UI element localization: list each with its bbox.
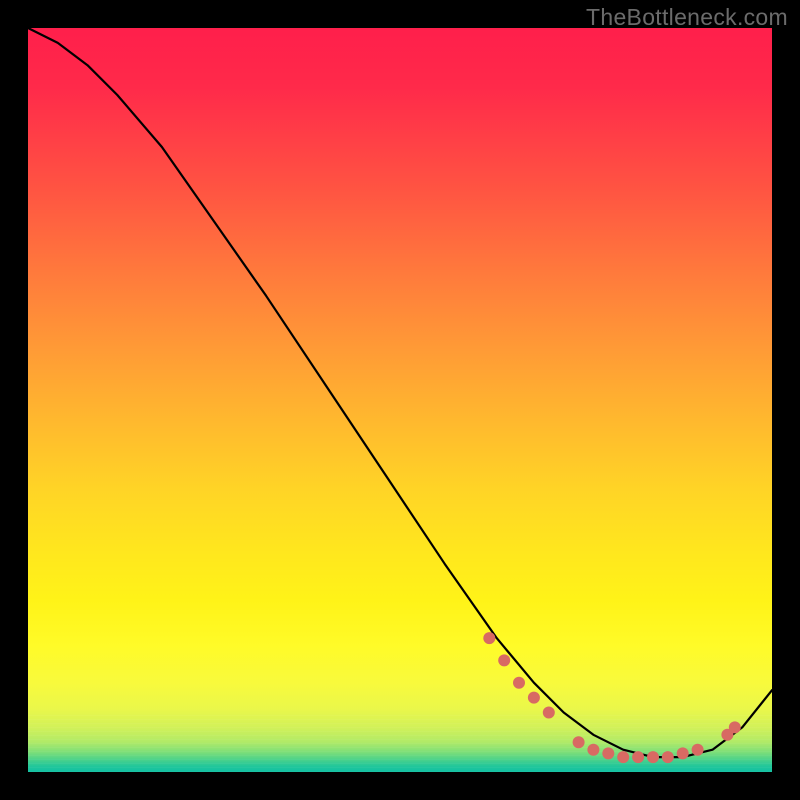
data-point bbox=[573, 736, 585, 748]
data-point bbox=[662, 751, 674, 763]
data-point bbox=[498, 654, 510, 666]
data-point bbox=[513, 677, 525, 689]
data-point bbox=[528, 692, 540, 704]
curve-line bbox=[28, 28, 772, 757]
watermark-text: TheBottleneck.com bbox=[586, 4, 788, 31]
data-point bbox=[483, 632, 495, 644]
data-point bbox=[543, 707, 555, 719]
data-point bbox=[617, 751, 629, 763]
data-point bbox=[677, 747, 689, 759]
curve-svg bbox=[28, 28, 772, 772]
data-point bbox=[632, 751, 644, 763]
chart-frame: TheBottleneck.com bbox=[0, 0, 800, 800]
plot-area bbox=[28, 28, 772, 772]
data-point bbox=[587, 744, 599, 756]
data-point bbox=[729, 721, 741, 733]
data-point bbox=[647, 751, 659, 763]
data-point bbox=[602, 747, 614, 759]
data-point bbox=[692, 744, 704, 756]
